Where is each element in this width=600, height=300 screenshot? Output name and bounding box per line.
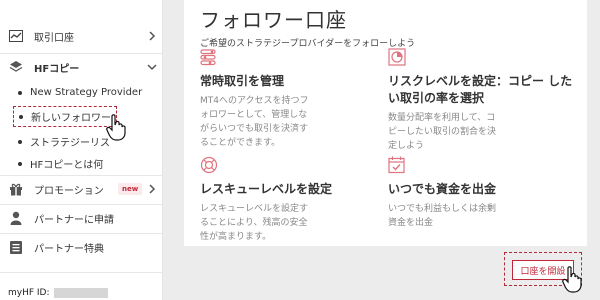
sliders-icon [200, 49, 216, 66]
divider [0, 272, 163, 273]
layers-icon [9, 60, 23, 74]
mouse-cursor-icon [562, 266, 582, 293]
feature-manage-trading: 常時取引を管理 MT4へのアクセスを持つフ ォロワーとして、管理しな がらいつで… [200, 48, 380, 150]
nav-item-promotion[interactable]: プロモーション new [0, 177, 163, 201]
divider [0, 53, 163, 54]
feature-title: レスキューレベルを設定 [200, 182, 333, 196]
bullet [18, 139, 22, 144]
pie-chart-icon [388, 48, 406, 66]
feature-withdraw-anytime: いつでも資金を出金 いつでも利益もしくは余剰 資金を出金 [388, 156, 568, 230]
feature-description: 数量分配率を利用して、コ ピーしたい取引の割合を決 定しよう [388, 113, 497, 151]
chevron-right-icon [149, 184, 156, 194]
nav-label-promotion: プロモーション [34, 185, 104, 197]
sub-item-new-follower[interactable]: 新しいフォロワー [13, 106, 117, 127]
gift-icon [9, 182, 23, 196]
feature-title: いつでも資金を出金 [388, 182, 497, 196]
bullet [18, 161, 22, 166]
chevron-right-icon [149, 31, 156, 41]
feature-description: レスキューレベルを設定す ることにより、残高の安全 性が高まります。 [200, 204, 309, 242]
calendar-icon [388, 156, 405, 174]
sub-item-label: 新しいフォロワー [31, 113, 111, 124]
sub-item-strategy-list[interactable]: ストラテジーリス [18, 134, 110, 149]
nav-item-hf-copy[interactable]: HFコピー [0, 55, 163, 79]
feature-description: いつでも利益もしくは余剰 資金を出金 [388, 204, 497, 228]
myhf-id: myHF ID: [8, 288, 108, 298]
nav-label-hf-copy: HFコピー [34, 63, 80, 75]
myhf-id-redacted [53, 288, 108, 298]
divider [0, 204, 163, 205]
nav-item-trading-accounts[interactable]: 取引口座 [0, 24, 163, 48]
user-icon [9, 211, 23, 225]
feature-risk-level: リスクレベルを設定：コピー したい取引の率を選択 数量分配率を利用して、コ ピー… [388, 48, 578, 153]
nav-label-partner-benefits: パートナー特典 [34, 243, 104, 255]
feature-description: MT4へのアクセスを持つフ ォロワーとして、管理しな がらいつでも取引を決済す … [200, 96, 309, 148]
feature-title: 常時取引を管理 [200, 74, 285, 88]
sub-item-label: HFコピーとは何 [30, 160, 104, 171]
sub-item-new-strategy-provider[interactable]: New Strategy Provider [18, 87, 142, 98]
page-title: フォロワー口座 [200, 8, 347, 32]
myhf-id-label: myHF ID: [8, 288, 50, 298]
bullet [18, 90, 22, 95]
nav-item-partner-apply[interactable]: パートナーに申請 [0, 206, 163, 230]
feature-title: リスクレベルを設定：コピー したい取引の率を選択 [388, 74, 573, 105]
list-icon [9, 240, 23, 254]
sub-item-label: New Strategy Provider [30, 87, 143, 98]
lifebuoy-icon [200, 156, 218, 174]
nav-label-trading-accounts: 取引口座 [34, 32, 74, 44]
divider [0, 175, 163, 176]
chart-line-icon [9, 29, 23, 43]
mouse-cursor-icon [106, 114, 126, 141]
chevron-down-icon [147, 64, 157, 71]
feature-rescue-level: レスキューレベルを設定 レスキューレベルを設定す ることにより、残高の安全 性が… [200, 156, 380, 244]
sub-item-label: ストラテジーリス [30, 138, 110, 149]
sidebar: 取引口座 HFコピー New Strategy Provider 新しいフォロワ… [0, 0, 163, 300]
bullet [19, 114, 23, 119]
divider [0, 233, 163, 234]
sub-item-what-is-hf-copy[interactable]: HFコピーとは何 [18, 156, 103, 171]
nav-item-partner-benefits[interactable]: パートナー特典 [0, 235, 163, 259]
new-badge: new [118, 183, 143, 195]
follower-account-card: フォロワー口座 ご希望のストラテジープロバイダーをフォローしよう 常時取引を管理… [184, 0, 587, 246]
nav-label-partner-apply: パートナーに申請 [34, 214, 114, 226]
